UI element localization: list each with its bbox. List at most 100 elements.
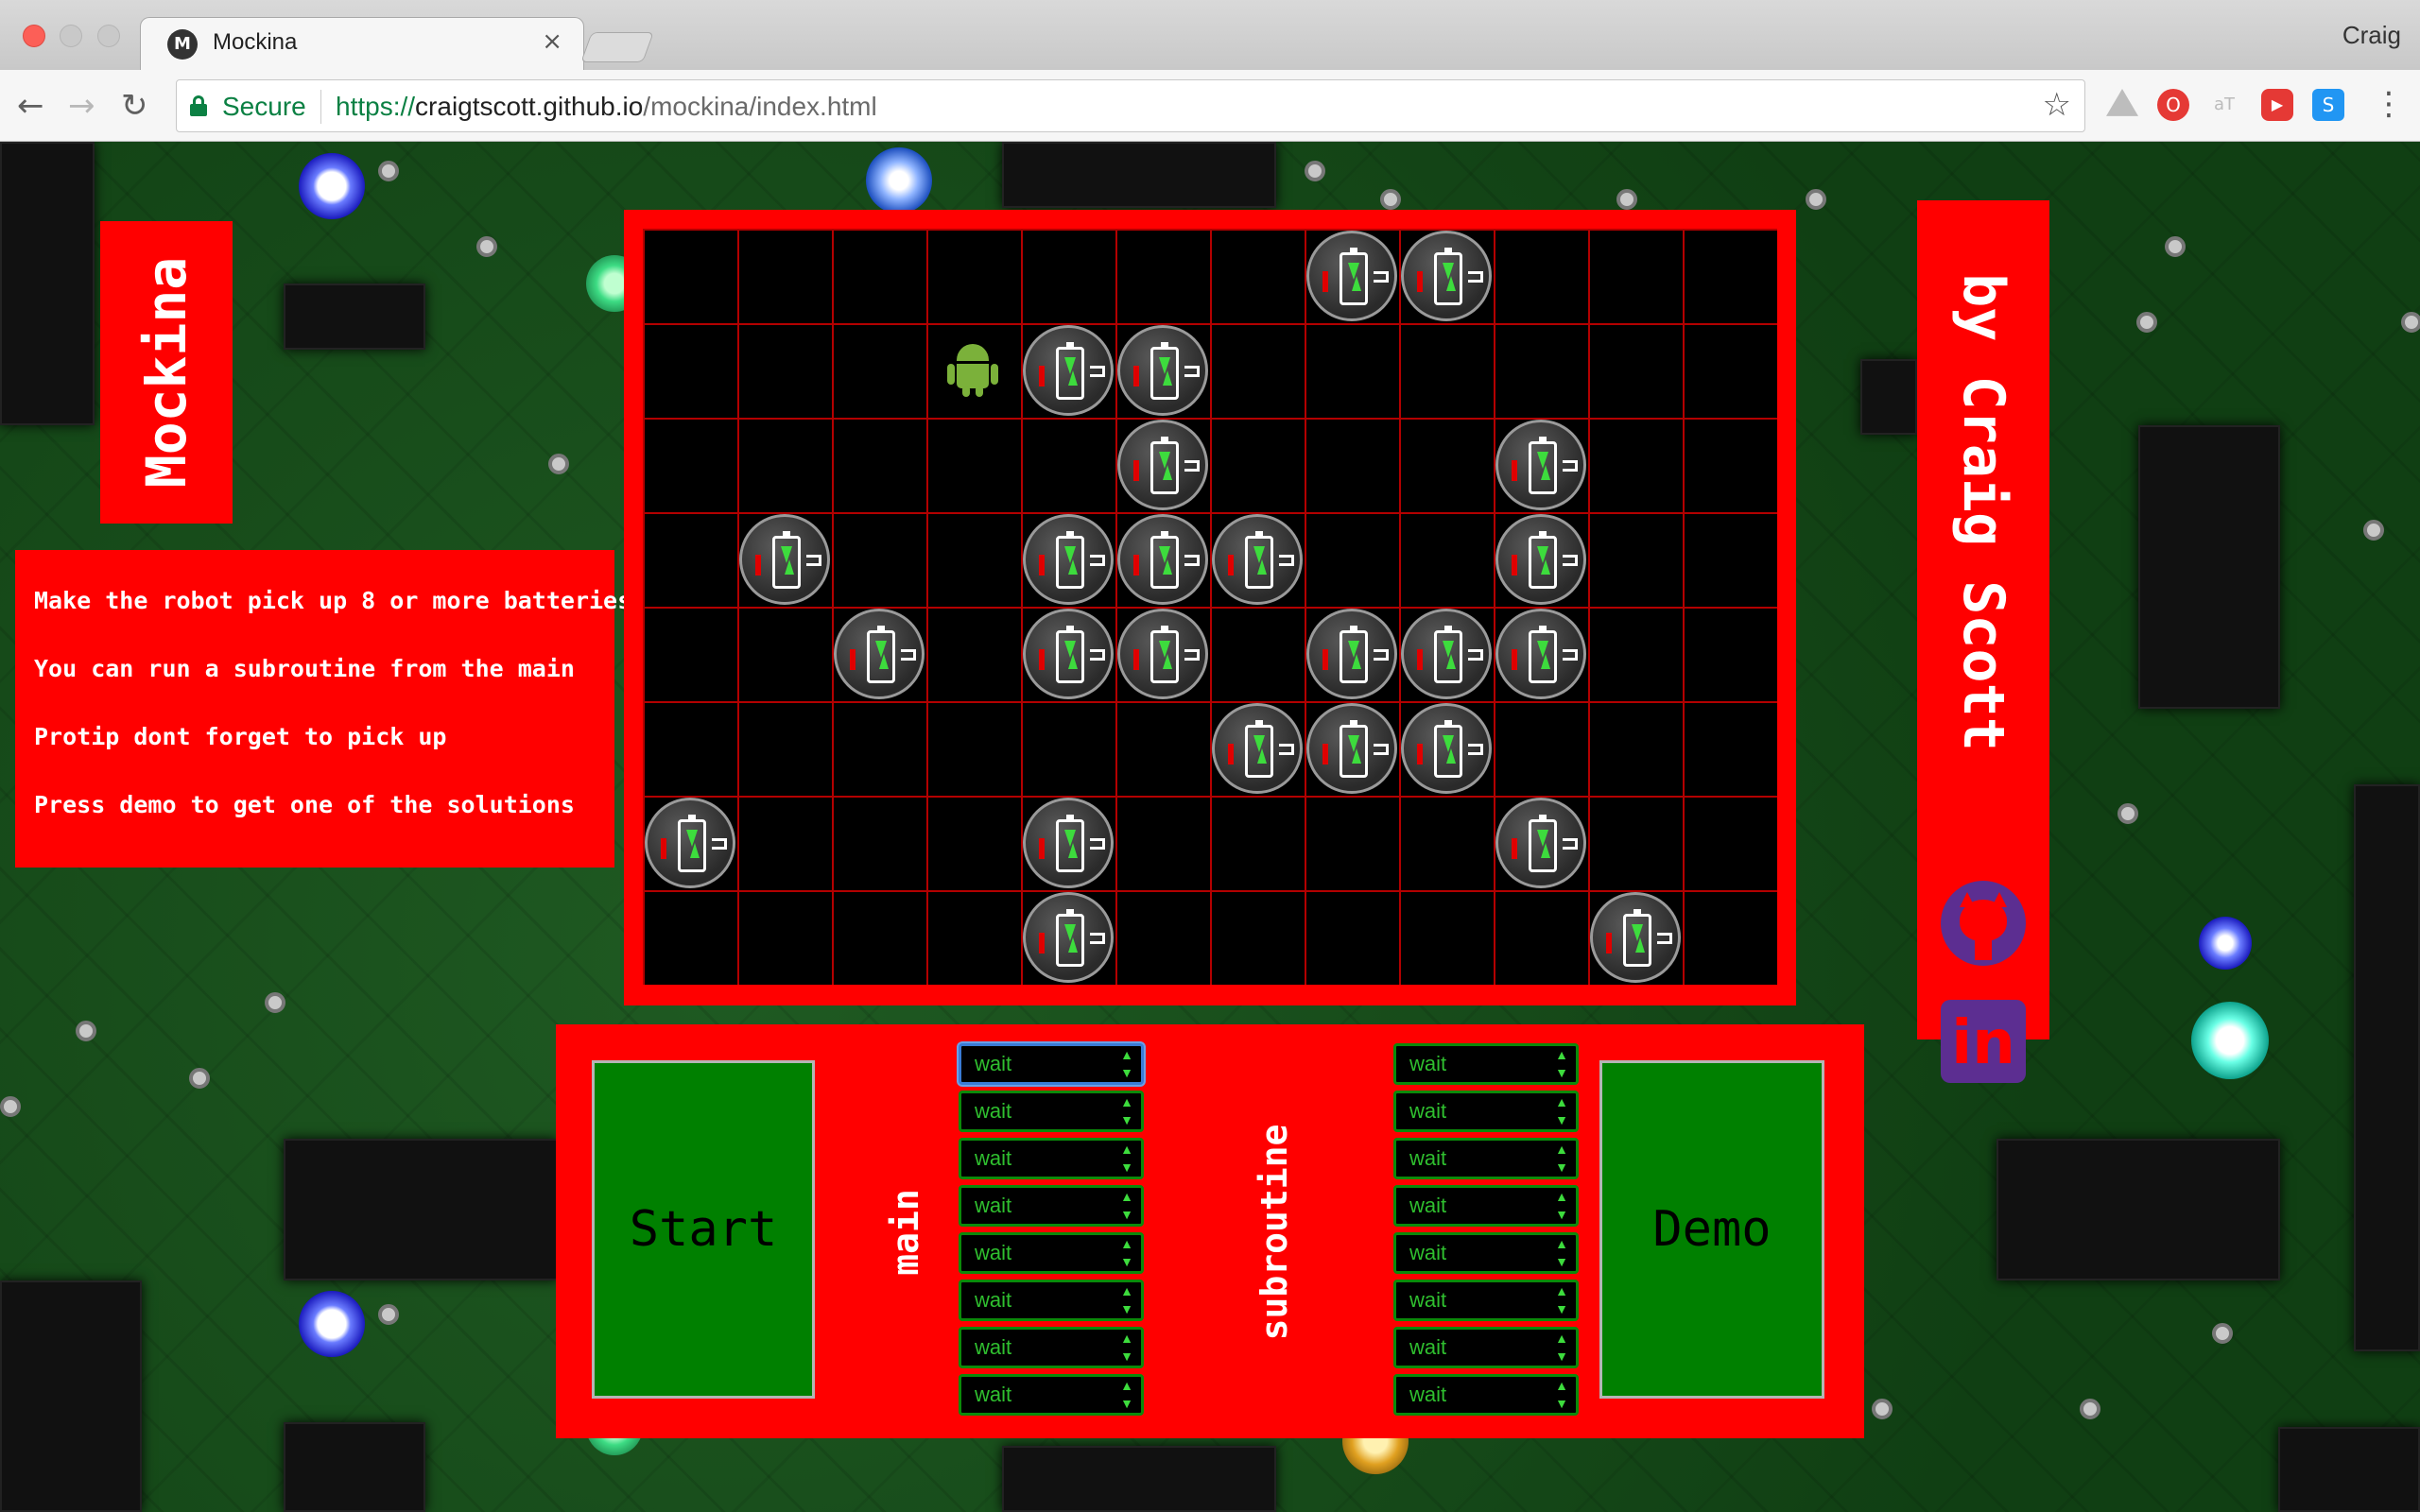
new-tab-button[interactable]: [580, 32, 654, 62]
select-arrows-icon: ▲ ▼: [1555, 1094, 1568, 1127]
at-icon[interactable]: aT: [2208, 89, 2240, 121]
browser-toolbar: ← → ↻ Secure https://craigtscott.github.…: [0, 70, 2420, 142]
address-bar[interactable]: Secure https://craigtscott.github.io/moc…: [176, 79, 2085, 132]
subroutine-command-select[interactable]: wait ▲ ▼: [1393, 1327, 1579, 1368]
subroutine-command-select[interactable]: wait ▲ ▼: [1393, 1185, 1579, 1227]
pad-decoration: [548, 454, 569, 474]
chip-decoration: [284, 1422, 425, 1512]
menu-icon[interactable]: ⋮: [2373, 85, 2405, 123]
tab-close-icon[interactable]: ×: [542, 27, 562, 56]
main-command-select[interactable]: wait ▲ ▼: [959, 1091, 1144, 1132]
select-arrows-icon: ▲ ▼: [1120, 1236, 1133, 1269]
battery-icon: [1117, 609, 1208, 699]
pad-decoration: [265, 992, 285, 1013]
subroutine-command-select[interactable]: wait ▲ ▼: [1393, 1043, 1579, 1085]
opera-icon[interactable]: O: [2157, 89, 2189, 121]
battery-token: [737, 512, 832, 607]
led-decoration: [866, 147, 932, 214]
secure-label: Secure: [222, 92, 306, 121]
close-window-button[interactable]: [23, 25, 45, 47]
battery-icon: [1306, 703, 1397, 794]
pad-decoration: [1806, 189, 1826, 210]
robot-cell: [926, 323, 1021, 418]
main-command-select[interactable]: wait ▲ ▼: [959, 1138, 1144, 1179]
linkedin-icon[interactable]: in: [1941, 1000, 2026, 1083]
command-value: wait: [975, 1194, 1012, 1217]
pad-decoration: [476, 236, 497, 257]
battery-icon: [1495, 514, 1586, 605]
select-arrows-icon: ▲ ▼: [1555, 1142, 1568, 1175]
pad-decoration: [1872, 1399, 1893, 1419]
main-command-select[interactable]: wait ▲ ▼: [959, 1374, 1144, 1416]
chip-decoration: [284, 284, 425, 350]
back-arrow-icon[interactable]: ←: [17, 87, 44, 125]
stylus-icon[interactable]: S: [2312, 89, 2344, 121]
minimize-window-button[interactable]: [60, 25, 82, 47]
battery-token: [1494, 512, 1588, 607]
pad-decoration: [2136, 312, 2157, 333]
battery-icon: [645, 798, 735, 888]
pad-decoration: [2165, 236, 2186, 257]
pad-decoration: [1616, 189, 1637, 210]
main-command-select[interactable]: wait ▲ ▼: [959, 1280, 1144, 1321]
subroutine-command-select[interactable]: wait ▲ ▼: [1393, 1374, 1579, 1416]
select-arrows-icon: ▲ ▼: [1120, 1189, 1133, 1222]
battery-token: [1399, 701, 1494, 796]
select-arrows-icon: ▲ ▼: [1555, 1283, 1568, 1316]
subroutine-command-list: wait ▲ ▼ wait ▲ ▼ wait ▲ ▼ wait ▲ ▼ wait ▲ ▼ wait ▲ ▼ wait…: [1393, 1043, 1582, 1421]
select-arrows-icon: ▲ ▼: [1120, 1378, 1133, 1411]
main-command-select[interactable]: wait ▲ ▼: [959, 1232, 1144, 1274]
pad-decoration: [378, 161, 399, 181]
battery-token: [1115, 323, 1210, 418]
profile-name[interactable]: Craig: [2342, 21, 2401, 50]
battery-icon: [1023, 325, 1114, 416]
pad-decoration: [0, 1096, 21, 1117]
command-value: wait: [975, 1099, 1012, 1123]
chip-decoration: [1002, 142, 1276, 208]
command-value: wait: [1409, 1146, 1447, 1170]
main-command-select[interactable]: wait ▲ ▼: [959, 1043, 1144, 1085]
url-text[interactable]: https://craigtscott.github.io/mockina/in…: [336, 92, 877, 122]
main-command-select[interactable]: wait ▲ ▼: [959, 1327, 1144, 1368]
subroutine-command-select[interactable]: wait ▲ ▼: [1393, 1232, 1579, 1274]
browser-tab[interactable]: M Mockina ×: [140, 17, 584, 70]
chip-decoration: [2138, 425, 2280, 709]
author-card: by Craig Scott in: [1917, 200, 2049, 1083]
board-frame: [624, 210, 1796, 1005]
demo-button[interactable]: Demo: [1599, 1060, 1824, 1399]
battery-icon: [1023, 798, 1114, 888]
robot-icon: [943, 344, 1000, 397]
command-value: wait: [975, 1383, 1012, 1406]
main-command-select[interactable]: wait ▲ ▼: [959, 1185, 1144, 1227]
main-label: main: [885, 1189, 926, 1276]
battery-icon: [1590, 892, 1681, 983]
battery-token: [1494, 607, 1588, 701]
reload-icon[interactable]: ↻: [121, 87, 148, 125]
star-icon[interactable]: ☆: [2043, 86, 2071, 124]
subroutine-command-select[interactable]: wait ▲ ▼: [1393, 1138, 1579, 1179]
forward-arrow-icon[interactable]: →: [68, 87, 95, 125]
github-icon[interactable]: [1941, 881, 2026, 966]
author-name: by Craig Scott: [1950, 273, 2016, 751]
youtube-icon[interactable]: ▶: [2261, 89, 2293, 121]
battery-token: [1021, 890, 1115, 985]
google-drive-icon[interactable]: [2106, 89, 2138, 116]
battery-token: [643, 796, 737, 890]
maximize-window-button[interactable]: [97, 25, 120, 47]
battery-icon: [1495, 798, 1586, 888]
command-value: wait: [1409, 1241, 1447, 1264]
select-arrows-icon: ▲ ▼: [1555, 1189, 1568, 1222]
battery-icon: [1495, 420, 1586, 510]
subroutine-command-select[interactable]: wait ▲ ▼: [1393, 1280, 1579, 1321]
battery-token: [1494, 796, 1588, 890]
instruction-line: You can run a subroutine from the main: [34, 655, 575, 682]
battery-icon: [739, 514, 830, 605]
start-button[interactable]: Start: [575, 1043, 832, 1416]
chip-decoration: [2278, 1427, 2420, 1512]
pad-decoration: [76, 1021, 96, 1041]
battery-icon: [1401, 609, 1492, 699]
chip-decoration: [2354, 784, 2420, 1351]
pad-decoration: [189, 1068, 210, 1089]
command-value: wait: [1409, 1335, 1447, 1359]
subroutine-command-select[interactable]: wait ▲ ▼: [1393, 1091, 1579, 1132]
